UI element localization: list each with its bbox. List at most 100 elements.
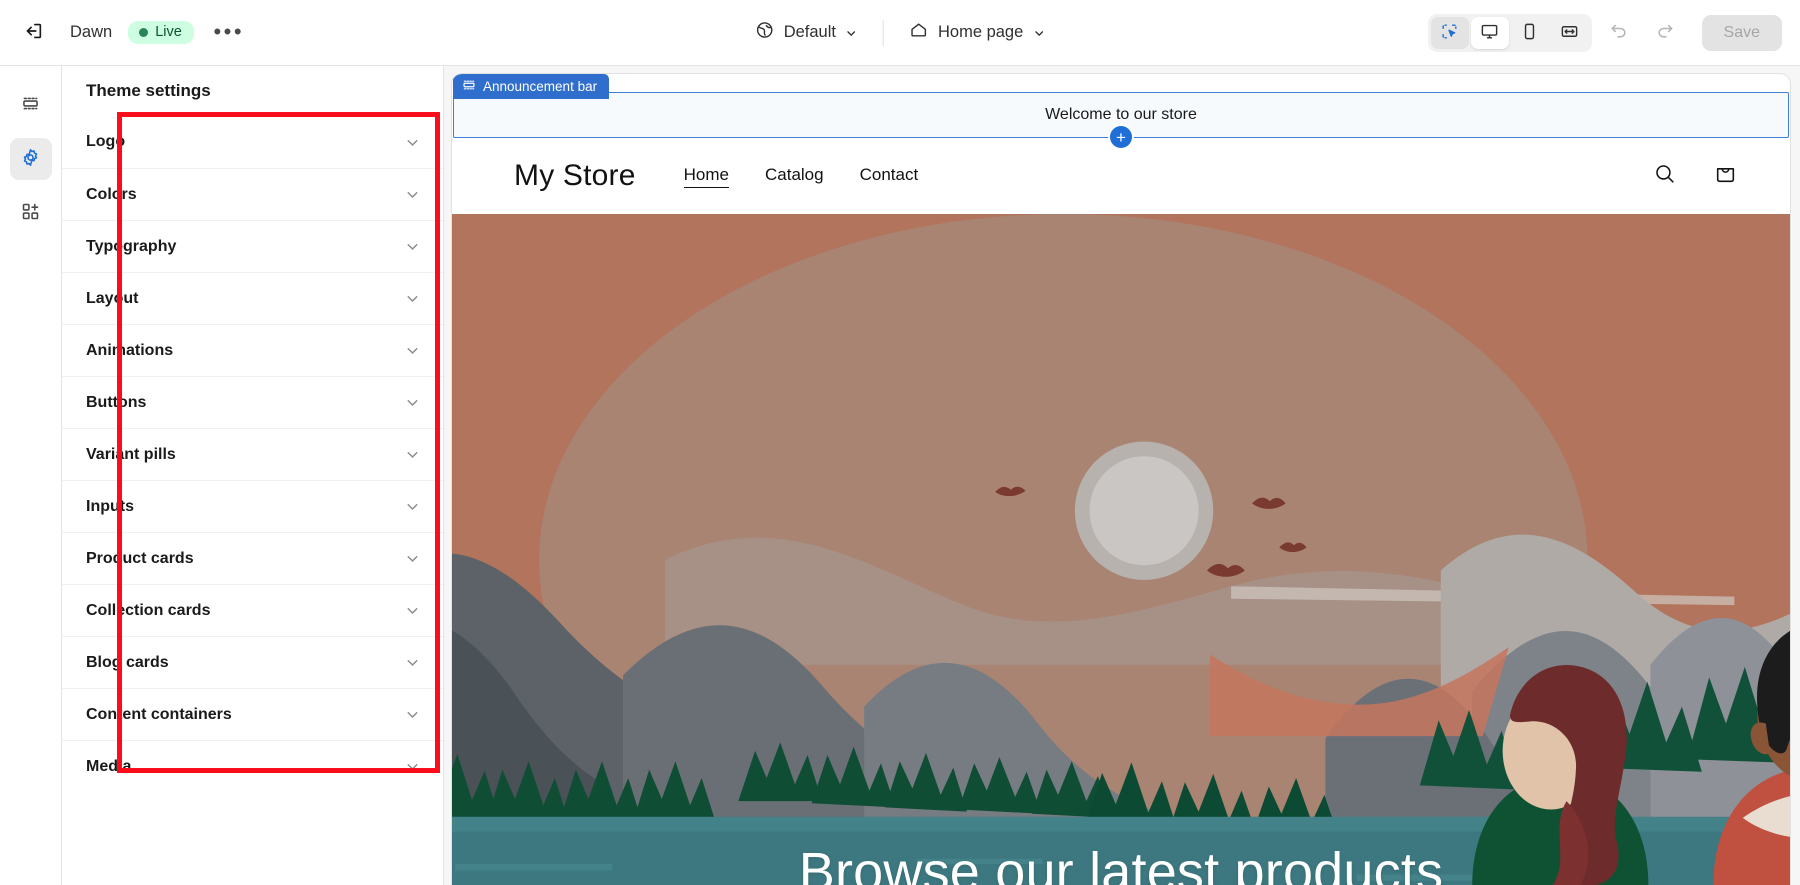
hero-illustration	[452, 214, 1790, 885]
setting-row-variant-pills[interactable]: Variant pills	[62, 428, 443, 480]
ellipsis-icon: •••	[213, 19, 245, 45]
setting-row-colors[interactable]: Colors	[62, 168, 443, 220]
settings-gear-icon	[20, 147, 41, 171]
setting-label: Buttons	[86, 393, 147, 411]
section-icon	[462, 78, 476, 95]
setting-label: Colors	[86, 185, 137, 203]
exit-editor-button[interactable]	[14, 14, 52, 52]
top-bar-center: Default Home page	[744, 13, 1057, 52]
chevron-down-icon	[404, 550, 421, 567]
setting-row-media[interactable]: Media	[62, 740, 443, 792]
announcement-bar-tab[interactable]: Announcement bar	[453, 74, 610, 99]
setting-label: Product cards	[86, 549, 194, 567]
nav-link-catalog[interactable]: Catalog	[765, 165, 824, 187]
apps-icon	[20, 201, 41, 225]
globe-icon	[755, 20, 775, 45]
inspector-tool-button[interactable]	[1430, 16, 1469, 49]
setting-label: Layout	[86, 289, 139, 307]
status-badge-label: Live	[155, 23, 182, 40]
setting-label: Blog cards	[86, 653, 169, 671]
theme-settings-list: Logo Colors Typography Layout Animations	[62, 116, 443, 885]
announcement-bar-tab-label: Announcement bar	[483, 79, 598, 94]
hero-image: Browse our latest products	[452, 214, 1790, 885]
nav-link-contact[interactable]: Contact	[860, 165, 919, 187]
shopping-bag-icon[interactable]	[1713, 161, 1738, 191]
view-mode-group	[1427, 13, 1592, 52]
setting-label: Animations	[86, 341, 174, 359]
home-icon	[909, 20, 929, 45]
locale-selector[interactable]: Default	[744, 13, 869, 52]
nav-link-home[interactable]: Home	[683, 165, 729, 188]
undo-button[interactable]	[1600, 14, 1638, 52]
redo-icon	[1655, 21, 1675, 44]
chevron-down-icon	[404, 446, 421, 463]
desktop-icon	[1480, 22, 1499, 44]
setting-row-content-containers[interactable]: Content containers	[62, 688, 443, 740]
editor-body: Theme settings Logo Colors Typography La…	[0, 66, 1800, 885]
mobile-view-button[interactable]	[1511, 17, 1549, 49]
search-icon[interactable]	[1652, 161, 1677, 191]
setting-row-inputs[interactable]: Inputs	[62, 480, 443, 532]
setting-label: Content containers	[86, 705, 232, 723]
theme-name: Dawn	[70, 23, 113, 41]
setting-label: Inputs	[86, 497, 134, 515]
top-bar-left: Dawn Live •••	[0, 14, 248, 52]
theme-more-actions-button[interactable]: •••	[210, 14, 248, 52]
chevron-down-icon	[404, 238, 421, 255]
sidebar-rail	[0, 66, 62, 885]
status-dot-icon	[139, 27, 149, 37]
setting-label: Collection cards	[86, 601, 211, 619]
announcement-bar-section[interactable]: Announcement bar Welcome to our store +	[453, 74, 1789, 150]
setting-row-logo[interactable]: Logo	[62, 116, 443, 168]
desktop-view-button[interactable]	[1470, 16, 1509, 49]
setting-row-blog-cards[interactable]: Blog cards	[62, 636, 443, 688]
storefront-actions	[1652, 161, 1738, 191]
theme-settings-panel: Theme settings Logo Colors Typography La…	[62, 66, 444, 885]
setting-row-product-cards[interactable]: Product cards	[62, 532, 443, 584]
toolbar-divider	[882, 19, 884, 46]
rail-item-sections[interactable]	[10, 84, 52, 126]
chevron-down-icon	[1032, 26, 1045, 39]
setting-row-collection-cards[interactable]: Collection cards	[62, 584, 443, 636]
page-label: Home page	[937, 23, 1024, 41]
panel-title: Theme settings	[86, 81, 211, 100]
top-bar-right: Save	[1427, 13, 1800, 52]
save-button[interactable]: Save	[1701, 14, 1782, 51]
add-section-button[interactable]: +	[1108, 124, 1134, 150]
undo-icon	[1609, 21, 1629, 44]
setting-row-typography[interactable]: Typography	[62, 220, 443, 272]
redo-button[interactable]	[1646, 14, 1684, 52]
setting-label: Typography	[86, 237, 177, 255]
chevron-down-icon	[404, 706, 421, 723]
chevron-down-icon	[404, 186, 421, 203]
cursor-select-icon	[1440, 22, 1459, 44]
chevron-down-icon	[404, 498, 421, 515]
setting-row-layout[interactable]: Layout	[62, 272, 443, 324]
status-badge: Live	[128, 20, 194, 45]
fullwidth-view-button[interactable]	[1551, 17, 1589, 49]
setting-row-buttons[interactable]: Buttons	[62, 376, 443, 428]
rail-item-apps[interactable]	[10, 192, 52, 234]
announcement-text: Welcome to our store	[1045, 106, 1197, 123]
exit-icon	[22, 20, 44, 45]
chevron-down-icon	[404, 342, 421, 359]
locale-label: Default	[783, 23, 836, 41]
storefront-nav: Home Catalog Contact	[683, 165, 919, 188]
chevron-down-icon	[404, 758, 421, 775]
chevron-down-icon	[845, 26, 858, 39]
mobile-icon	[1520, 22, 1539, 44]
theme-editor-app: Dawn Live ••• Default Home page Save The…	[0, 0, 1800, 885]
chevron-down-icon	[404, 654, 421, 671]
chevron-down-icon	[404, 394, 421, 411]
page-selector[interactable]: Home page	[898, 13, 1056, 52]
sections-icon	[20, 93, 41, 117]
rail-item-theme-settings[interactable]	[9, 138, 52, 180]
full-width-icon	[1560, 22, 1579, 44]
storefront-preview: Announcement bar Welcome to our store + …	[452, 74, 1790, 885]
preview-area: Announcement bar Welcome to our store + …	[444, 66, 1800, 885]
setting-row-animations[interactable]: Animations	[62, 324, 443, 376]
setting-label: Variant pills	[86, 445, 176, 463]
setting-label: Logo	[86, 133, 126, 150]
chevron-down-icon	[404, 290, 421, 307]
chevron-down-icon	[404, 602, 421, 619]
